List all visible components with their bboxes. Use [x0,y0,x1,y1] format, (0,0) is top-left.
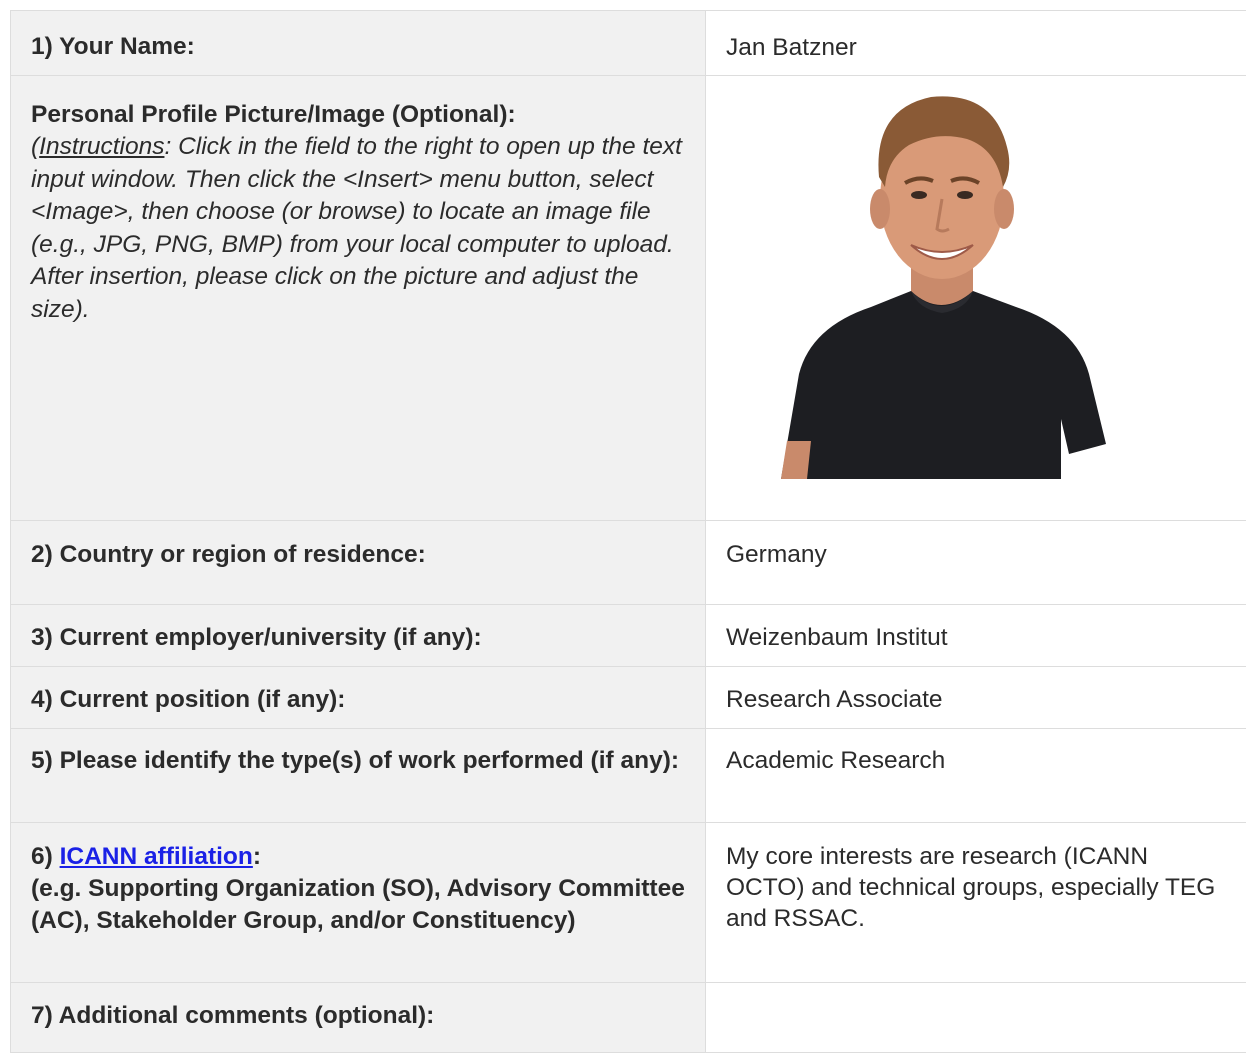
affiliation-row: 6) ICANN affiliation: (e.g. Supporting O… [11,823,1246,983]
position-row: 4) Current position (if any): Research A… [11,667,1246,729]
photo-label: Personal Profile Picture/Image (Optional… [11,76,705,131]
comments-label: 7) Additional comments (optional): [11,983,705,1032]
comments-row: 7) Additional comments (optional): [11,983,1246,1053]
affiliation-value-cell[interactable]: My core interests are research (ICANN OC… [706,823,1246,983]
country-row: 2) Country or region of residence: Germa… [11,521,1246,605]
photo-wrap [706,76,1246,520]
instructions-word: Instructions [39,133,164,160]
affiliation-label-cell: 6) ICANN affiliation: (e.g. Supporting O… [11,823,706,983]
work-row: 5) Please identify the type(s) of work p… [11,729,1246,823]
comments-value-cell[interactable] [706,983,1246,1053]
photo-instructions: (Instructions: Click in the field to the… [11,131,705,326]
employer-label: 3) Current employer/university (if any): [11,605,705,654]
affiliation-detail: (e.g. Supporting Organization (SO), Advi… [11,873,705,937]
work-label-cell: 5) Please identify the type(s) of work p… [11,729,706,823]
position-value-cell[interactable]: Research Associate [706,667,1246,729]
affiliation-label: 6) ICANN affiliation: [11,823,705,873]
name-label: 1) Your Name: [11,11,705,63]
comments-value [706,983,1246,1004]
photo-label-cell: Personal Profile Picture/Image (Optional… [11,76,706,521]
country-label: 2) Country or region of residence: [11,521,705,571]
work-value-cell[interactable]: Academic Research [706,729,1246,823]
affiliation-label-prefix: 6) [31,843,60,870]
work-label: 5) Please identify the type(s) of work p… [11,729,705,777]
name-label-cell: 1) Your Name: [11,11,706,76]
position-label-cell: 4) Current position (if any): [11,667,706,729]
instructions-open: ( [31,133,39,160]
country-label-cell: 2) Country or region of residence: [11,521,706,605]
work-value: Academic Research [706,729,1246,776]
country-value: Germany [706,521,1246,570]
affiliation-label-colon: : [253,843,261,870]
name-value: Jan Batzner [706,11,1246,63]
employer-label-cell: 3) Current employer/university (if any): [11,605,706,667]
profile-form-table: 1) Your Name: Jan Batzner Personal Profi… [10,10,1246,1053]
country-value-cell[interactable]: Germany [706,521,1246,605]
comments-label-cell: 7) Additional comments (optional): [11,983,706,1053]
photo-row: Personal Profile Picture/Image (Optional… [11,76,1246,521]
position-value: Research Associate [706,667,1246,715]
employer-value-cell[interactable]: Weizenbaum Institut [706,605,1246,667]
photo-value-cell[interactable] [706,76,1246,521]
profile-photo[interactable] [761,69,1121,479]
icann-affiliation-link[interactable]: ICANN affiliation [60,843,253,870]
position-label: 4) Current position (if any): [11,667,705,716]
employer-value: Weizenbaum Institut [706,605,1246,653]
name-value-cell[interactable]: Jan Batzner [706,11,1246,76]
affiliation-value: My core interests are research (ICANN OC… [706,823,1246,934]
employer-row: 3) Current employer/university (if any):… [11,605,1246,667]
name-row: 1) Your Name: Jan Batzner [11,11,1246,76]
instructions-text: : Click in the field to the right to ope… [31,133,682,323]
